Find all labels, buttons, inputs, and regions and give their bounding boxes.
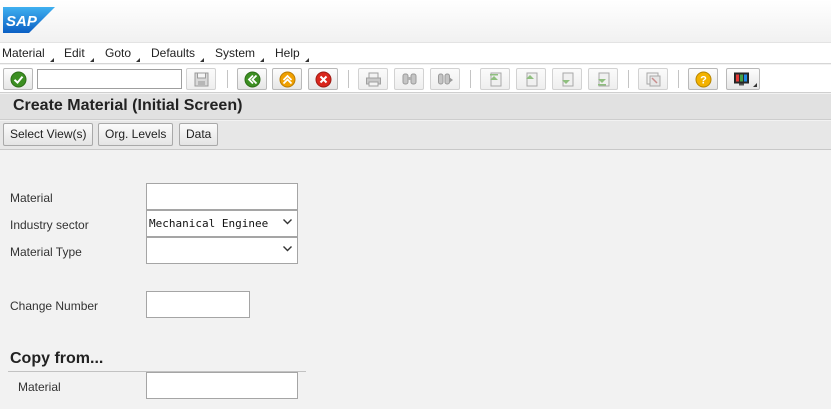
toolbar-separator [348, 70, 349, 88]
create-session-icon [646, 72, 661, 87]
find-next-icon [438, 73, 453, 85]
exit-icon [279, 71, 296, 88]
enter-button[interactable] [3, 68, 33, 90]
menu-goto[interactable]: Goto [105, 45, 141, 63]
org-levels-button[interactable]: Org. Levels [98, 123, 174, 146]
back-icon [244, 71, 261, 88]
menu-bar: Material Edit Goto Defaults System Help [0, 42, 831, 64]
exit-button[interactable] [272, 68, 302, 90]
print-icon [366, 72, 381, 87]
svg-text:SAP: SAP [6, 13, 38, 30]
find-button[interactable] [394, 68, 424, 90]
page-title: Create Material (Initial Screen) [13, 97, 243, 114]
previous-page-button[interactable] [516, 68, 546, 90]
menu-system[interactable]: System [215, 45, 265, 63]
svg-text:?: ? [700, 75, 707, 87]
menu-material[interactable]: Material [2, 45, 54, 63]
find-icon [402, 73, 417, 85]
change-number-input[interactable] [146, 291, 250, 318]
copy-from-title: Copy from... [10, 350, 104, 367]
create-session-button[interactable] [638, 68, 668, 90]
back-button[interactable] [237, 68, 267, 90]
industry-sector-value: Mechanical Enginee [149, 217, 269, 230]
customize-layout-icon [734, 72, 749, 86]
print-button[interactable] [358, 68, 388, 90]
next-page-button[interactable] [552, 68, 582, 90]
initial-screen-form: Material Industry sector Mechanical Engi… [0, 151, 831, 409]
select-views-button[interactable]: Select View(s) [3, 123, 94, 146]
material-type-select[interactable] [146, 237, 298, 264]
save-icon [194, 72, 209, 87]
find-next-button[interactable] [430, 68, 460, 90]
menu-defaults[interactable]: Defaults [151, 45, 205, 63]
standard-toolbar: ? [0, 65, 831, 93]
first-page-icon [490, 72, 502, 87]
previous-page-icon [526, 72, 538, 87]
sap-logo: SAP [3, 7, 55, 33]
help-icon: ? [695, 71, 712, 88]
title-bar: Create Material (Initial Screen) [0, 94, 831, 120]
next-page-icon [562, 72, 574, 87]
industry-sector-label: Industry sector [10, 218, 89, 232]
last-page-button[interactable] [588, 68, 618, 90]
customize-layout-button[interactable] [726, 68, 760, 90]
change-number-label: Change Number [10, 299, 99, 313]
copy-from-material-input[interactable] [146, 372, 298, 399]
toolbar-separator [628, 70, 629, 88]
check-icon [10, 71, 27, 88]
data-button[interactable]: Data [179, 123, 219, 146]
menu-edit[interactable]: Edit [64, 45, 94, 63]
command-field[interactable] [37, 69, 182, 89]
copy-from-material-label: Material [18, 380, 61, 394]
chevron-down-icon [283, 219, 292, 225]
toolbar-separator [678, 70, 679, 88]
save-button[interactable] [186, 68, 216, 90]
industry-sector-select[interactable]: Mechanical Enginee [146, 210, 298, 237]
material-type-label: Material Type [10, 245, 82, 259]
cancel-icon [315, 71, 332, 88]
material-input[interactable] [146, 183, 298, 210]
cancel-button[interactable] [308, 68, 338, 90]
menu-help[interactable]: Help [275, 45, 309, 63]
top-bar: SAP [0, 0, 831, 42]
help-button[interactable]: ? [688, 68, 718, 90]
toolbar-separator [227, 70, 228, 88]
toolbar-separator [470, 70, 471, 88]
chevron-down-icon [283, 246, 292, 252]
last-page-icon [598, 72, 610, 87]
application-toolbar: Select View(s) Org. Levels Data [0, 121, 831, 150]
first-page-button[interactable] [480, 68, 510, 90]
material-label: Material [10, 191, 53, 205]
